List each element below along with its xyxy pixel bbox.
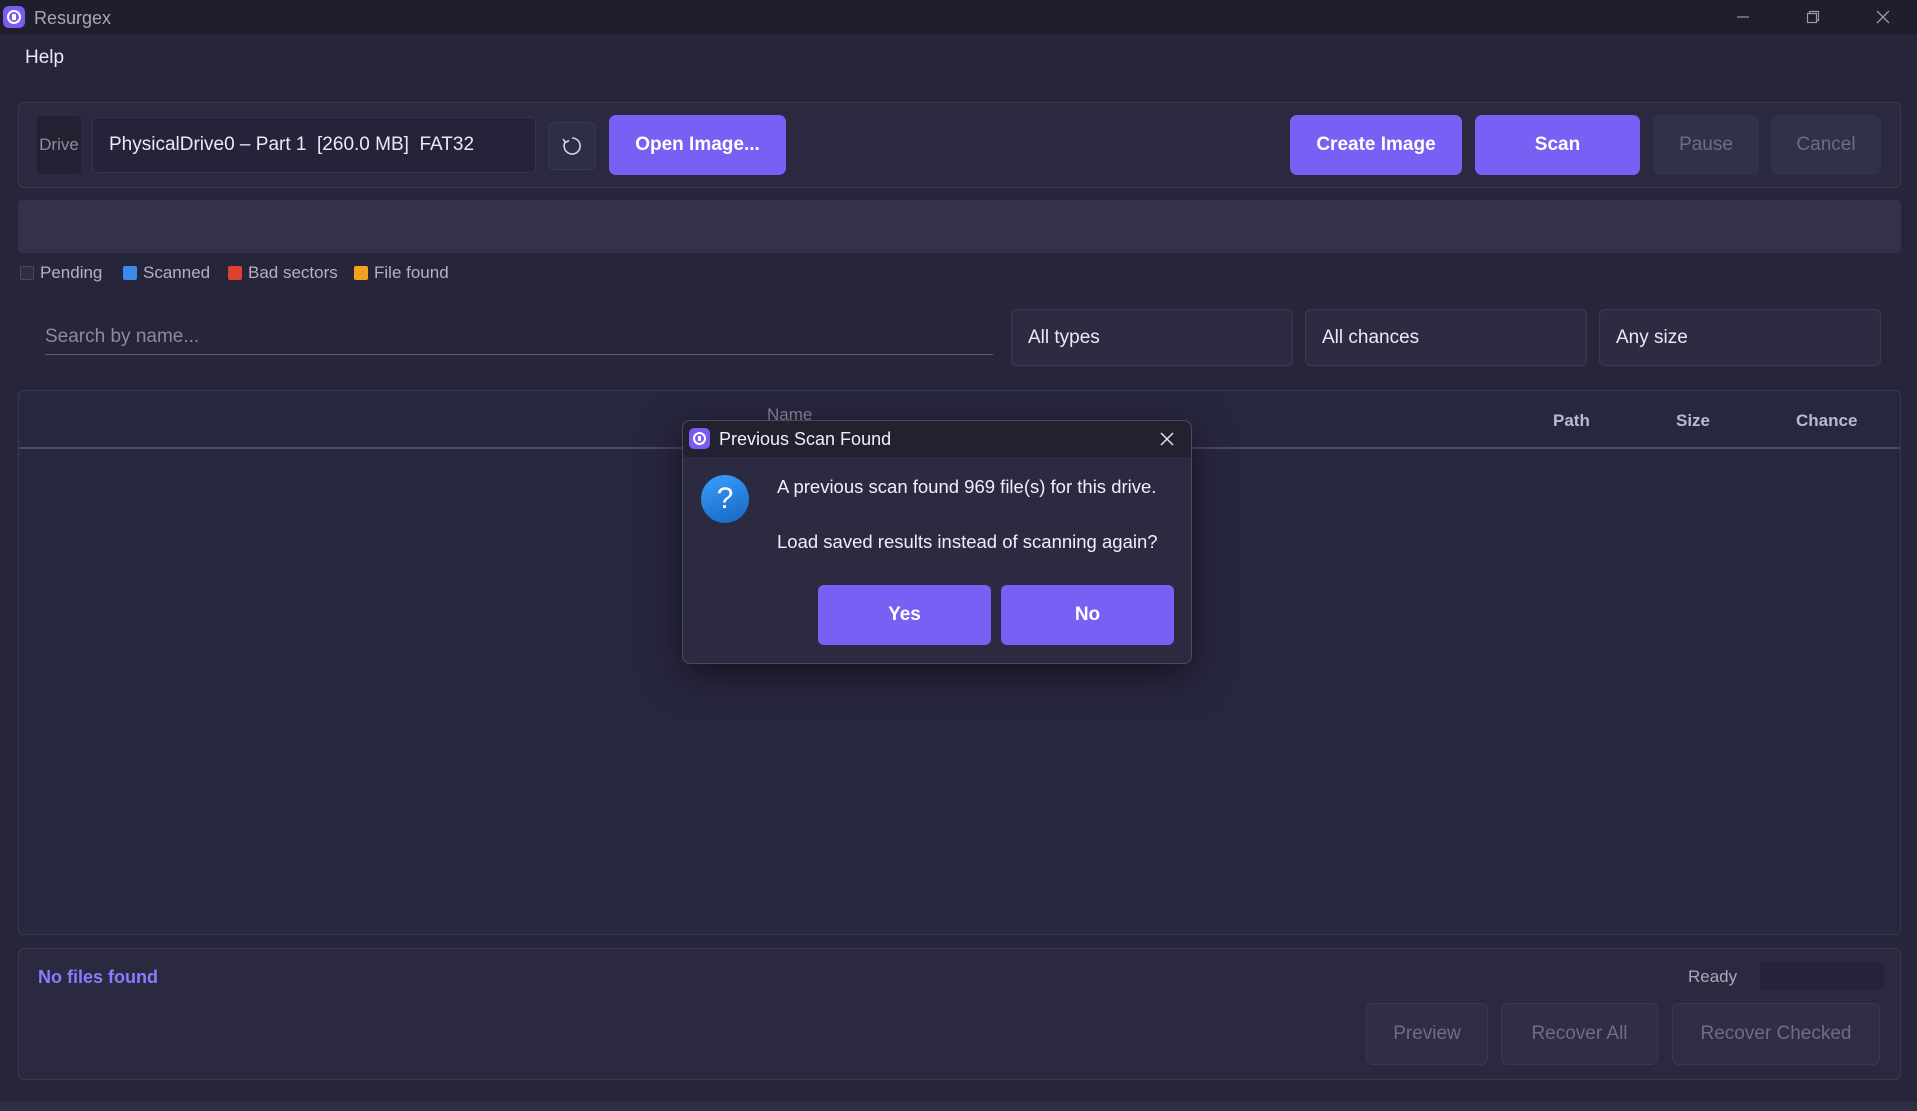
dialog-title: Previous Scan Found <box>719 429 892 449</box>
refresh-drives-button[interactable] <box>548 122 596 170</box>
legend-pending: Pending <box>20 263 102 283</box>
dialog-close-button[interactable] <box>1151 425 1183 453</box>
question-icon: ? <box>701 475 749 523</box>
close-icon <box>1160 432 1174 446</box>
close-icon <box>1876 10 1890 24</box>
legend-label: Bad sectors <box>248 263 338 282</box>
window-title: Resurgex <box>34 8 112 28</box>
legend-file-found: File found <box>354 263 449 283</box>
column-path[interactable]: Path <box>1553 411 1590 431</box>
column-size[interactable]: Size <box>1676 411 1710 431</box>
legend-swatch <box>228 266 242 280</box>
bottom-edge <box>0 1102 1917 1111</box>
pause-button[interactable]: Pause <box>1653 115 1759 175</box>
legend-label: Pending <box>40 263 103 282</box>
previous-scan-dialog: Previous Scan Found ? A previous scan fo… <box>682 420 1192 664</box>
refresh-icon <box>562 137 581 155</box>
cancel-button[interactable]: Cancel <box>1771 115 1881 175</box>
legend-swatch <box>123 266 137 280</box>
legend-scanned: Scanned <box>123 263 210 283</box>
title-bar: Resurgex <box>0 0 1917 34</box>
dialog-message-line1: A previous scan found 969 file(s) for th… <box>777 476 1157 497</box>
chance-filter-select[interactable]: All chances <box>1305 309 1587 366</box>
legend-label: File found <box>374 263 449 282</box>
status-text: Ready <box>1688 967 1738 986</box>
restore-button[interactable] <box>1778 0 1848 34</box>
no-button[interactable]: No <box>1001 585 1174 645</box>
recover-checked-button[interactable]: Recover Checked <box>1672 1003 1880 1065</box>
close-window-button[interactable] <box>1848 0 1917 34</box>
status-progress-bar <box>1760 962 1884 990</box>
minimize-icon <box>1737 16 1749 18</box>
yes-button[interactable]: Yes <box>818 585 991 645</box>
drive-label: Drive <box>37 116 81 174</box>
preview-button[interactable]: Preview <box>1366 1003 1488 1065</box>
open-image-button[interactable]: Open Image... <box>609 115 786 175</box>
legend-label: Scanned <box>143 263 211 282</box>
recover-all-button[interactable]: Recover All <box>1501 1003 1658 1065</box>
column-chance[interactable]: Chance <box>1796 411 1857 431</box>
dialog-title-bar: Previous Scan Found <box>683 421 1191 457</box>
legend-swatch <box>20 266 34 280</box>
app-logo-icon <box>3 6 25 28</box>
type-filter-select[interactable]: All types <box>1011 309 1293 366</box>
menu-help[interactable]: Help <box>25 47 64 69</box>
legend-bad-sectors: Bad sectors <box>228 263 338 283</box>
dialog-message-line2: Load saved results instead of scanning a… <box>777 531 1158 552</box>
app-logo-icon <box>689 428 710 449</box>
size-filter-select[interactable]: Any size <box>1599 309 1881 366</box>
scan-button[interactable]: Scan <box>1475 115 1640 175</box>
create-image-button[interactable]: Create Image <box>1290 115 1462 175</box>
drive-select[interactable]: PhysicalDrive0 – Part 1 [260.0 MB] FAT32 <box>92 117 536 173</box>
results-summary: No files found <box>38 967 158 987</box>
restore-icon <box>1806 10 1820 24</box>
search-input[interactable]: Search by name... <box>45 320 993 355</box>
sector-map <box>18 200 1901 253</box>
legend-swatch <box>354 266 368 280</box>
minimize-button[interactable] <box>1708 0 1778 34</box>
